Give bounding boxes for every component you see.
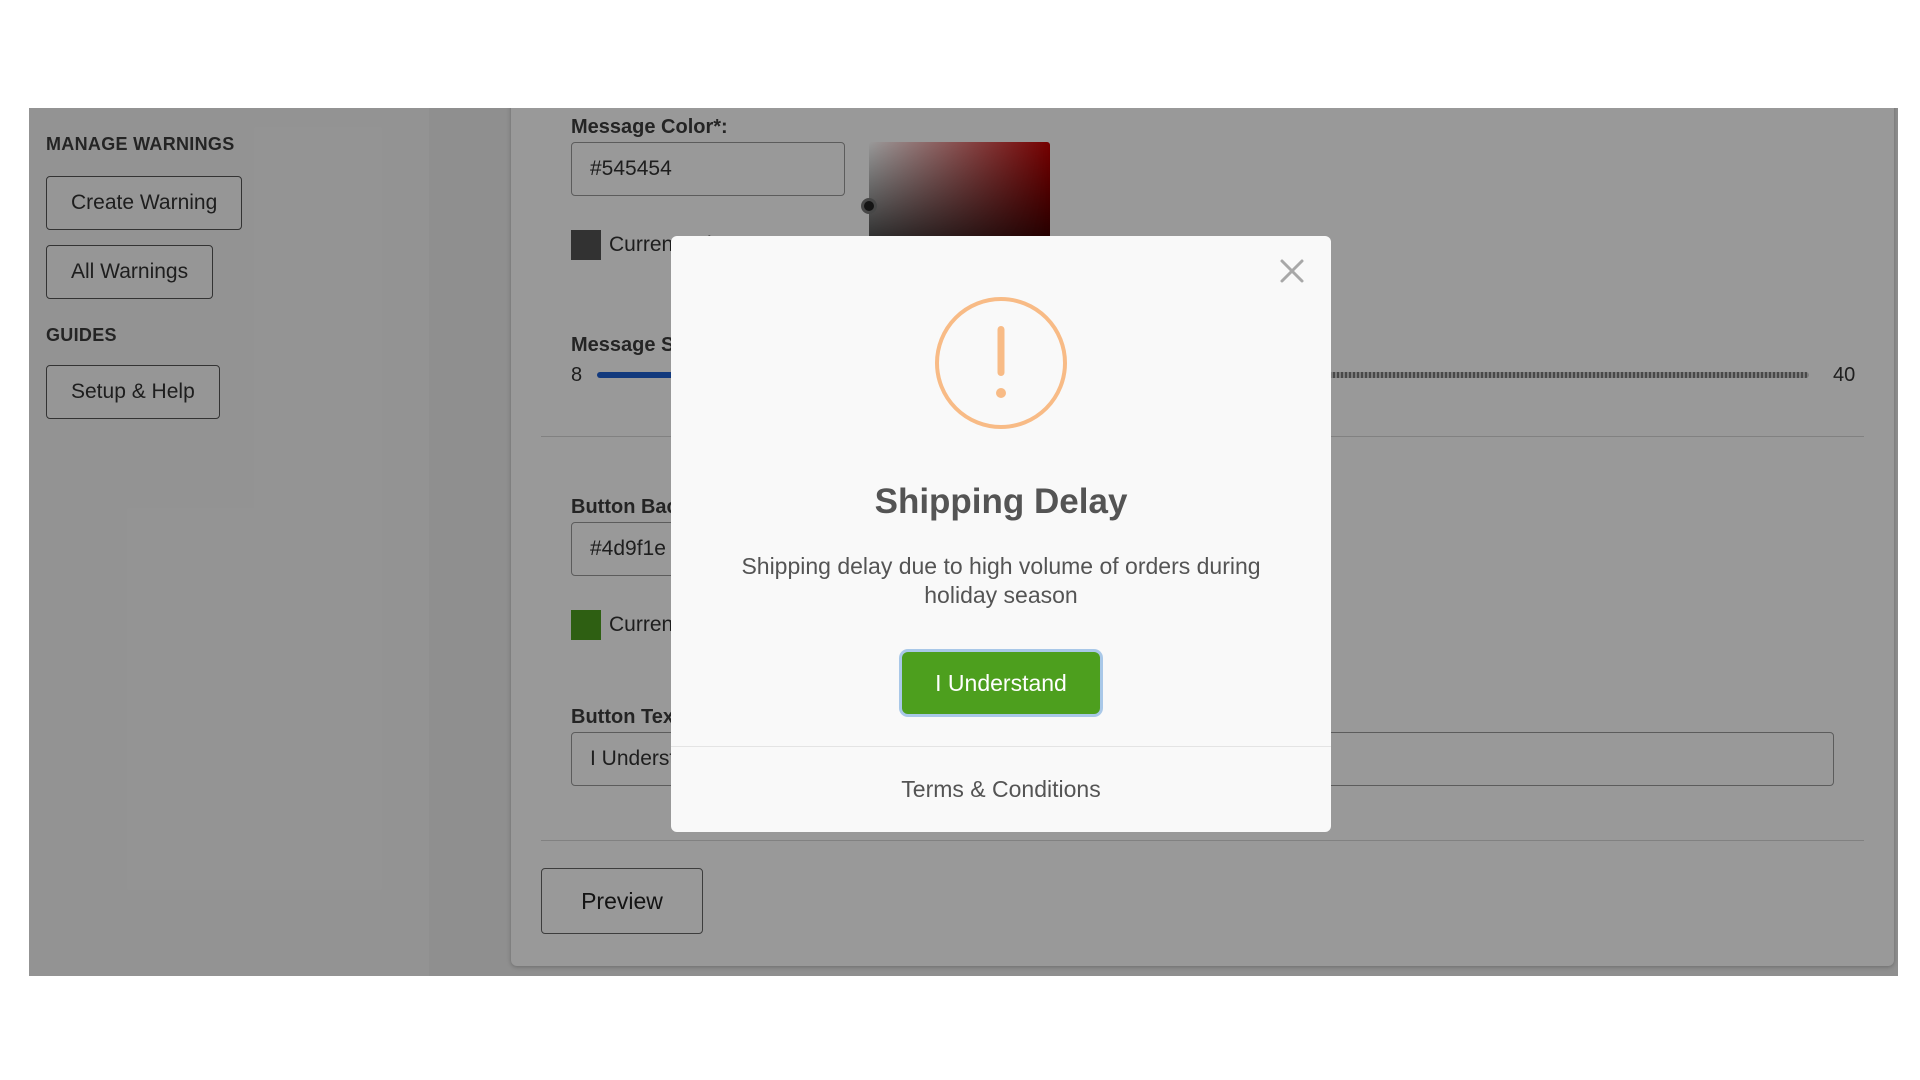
modal-title: Shipping Delay — [874, 482, 1128, 521]
i-understand-button[interactable]: I Understand — [902, 652, 1100, 714]
terms-conditions-link[interactable]: Terms & Conditions — [671, 776, 1331, 803]
exclamation-circle-icon — [934, 296, 1068, 430]
warning-modal: Shipping Delay Shipping delay due to hig… — [671, 236, 1331, 832]
modal-footer-divider — [671, 746, 1331, 747]
modal-message: Shipping delay due to high volume of ord… — [741, 553, 1261, 608]
close-icon[interactable] — [1275, 254, 1309, 288]
